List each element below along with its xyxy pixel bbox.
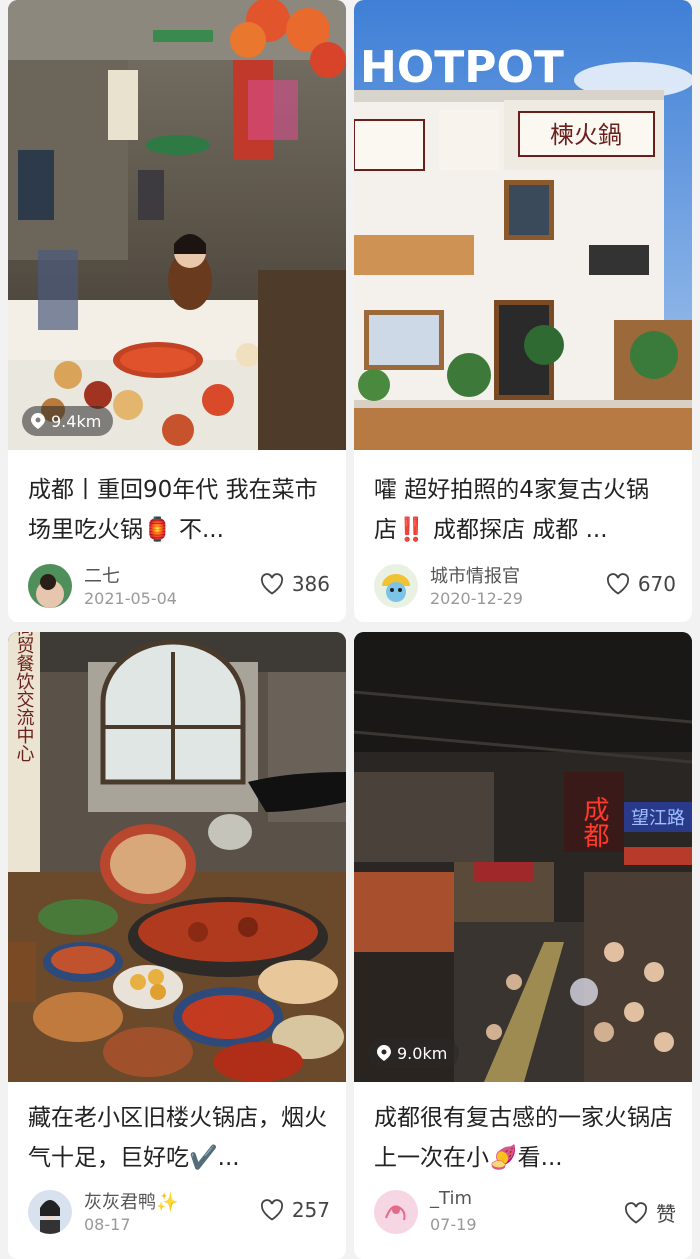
avatar[interactable] (374, 1190, 418, 1234)
post-meta: 灰灰君鸭✨ 08-17 257 (28, 1188, 330, 1236)
banner-text: 东光商贸餐饮交流中心 (14, 632, 35, 762)
avatar[interactable] (28, 564, 72, 608)
distance-text: 9.0km (397, 1043, 448, 1063)
market-hotpot-photo (8, 0, 346, 450)
post-card[interactable]: 东光商贸餐饮交流中心 藏在老小区旧楼火锅店，烟火气十足，巨好吃✔️... 灰灰君… (8, 632, 346, 1259)
heart-icon (260, 573, 283, 595)
retro-hall-photo: 成都 望江路 (354, 632, 692, 1082)
post-title[interactable]: 藏在老小区旧楼火锅店，烟火气十足，巨好吃✔️... (28, 1098, 330, 1178)
sign-text: 楝火鍋 (550, 121, 622, 149)
old-building-hotpot-photo: 东光商贸餐饮交流中心 (8, 632, 346, 1082)
post-card[interactable]: 楝火鍋 HOTPOT 嚯 超好拍照的4家复古火锅店‼️ 成都探店 成都 ... … (354, 0, 692, 622)
distance-badge: 9.4km (22, 406, 114, 436)
post-photo[interactable]: 成都 望江路 9.0km (354, 632, 692, 1082)
post-title[interactable]: 成都很有复古感的一家火锅店 上一次在小🍠看... (374, 1098, 676, 1178)
post-date: 08-17 (84, 1215, 131, 1234)
like-button[interactable]: 257 (260, 1198, 330, 1222)
heart-icon (606, 573, 629, 595)
post-card[interactable]: 成都 望江路 9.0km 成都很有复古感的一家火锅店 上一次在小🍠看... _T… (354, 632, 692, 1259)
post-photo[interactable]: 9.4km (8, 0, 346, 450)
like-button[interactable]: 赞 (624, 1198, 676, 1227)
post-meta: 城市情报官 2020-12-29 670 (374, 562, 676, 610)
location-pin-icon (31, 413, 45, 429)
like-count: 386 (291, 572, 330, 596)
author-name[interactable]: 灰灰君鸭✨ (84, 1188, 178, 1214)
like-button[interactable]: 386 (260, 572, 330, 596)
location-pin-icon (377, 1045, 391, 1061)
heart-icon (624, 1201, 648, 1224)
like-count: 257 (291, 1198, 330, 1222)
author-name[interactable]: 城市情报官 (430, 562, 520, 588)
post-photo[interactable]: 楝火鍋 HOTPOT (354, 0, 692, 450)
post-title[interactable]: 成都丨重回90年代 我在菜市场里吃火锅🏮 不... (28, 470, 330, 550)
neon-sign-text: 成都 (579, 796, 609, 848)
post-date: 2021-05-04 (84, 589, 177, 608)
hotpot-storefront-photo: 楝火鍋 HOTPOT (354, 0, 692, 450)
post-date: 2020-12-29 (430, 589, 523, 608)
post-card[interactable]: 9.4km 成都丨重回90年代 我在菜市场里吃火锅🏮 不... 二七 2021-… (8, 0, 346, 622)
avatar[interactable] (374, 564, 418, 608)
neon-sign-text-2: 望江路 (631, 808, 685, 829)
distance-text: 9.4km (51, 411, 102, 431)
heart-icon (260, 1199, 283, 1221)
post-meta: _Tim 07-19 赞 (374, 1188, 676, 1236)
overlay-text: HOTPOT (360, 42, 564, 93)
post-meta: 二七 2021-05-04 386 (28, 562, 330, 610)
like-button[interactable]: 670 (606, 572, 676, 596)
like-count: 赞 (656, 1202, 676, 1226)
post-title[interactable]: 嚯 超好拍照的4家复古火锅店‼️ 成都探店 成都 ... (374, 470, 676, 550)
author-name[interactable]: _Tim (430, 1188, 472, 1209)
avatar[interactable] (28, 1190, 72, 1234)
distance-badge: 9.0km (368, 1038, 460, 1068)
author-name[interactable]: 二七 (84, 562, 120, 588)
feed-grid: 9.4km 成都丨重回90年代 我在菜市场里吃火锅🏮 不... 二七 2021-… (0, 0, 700, 1259)
like-count: 670 (637, 572, 676, 596)
post-photo[interactable]: 东光商贸餐饮交流中心 (8, 632, 346, 1082)
post-date: 07-19 (430, 1215, 477, 1234)
